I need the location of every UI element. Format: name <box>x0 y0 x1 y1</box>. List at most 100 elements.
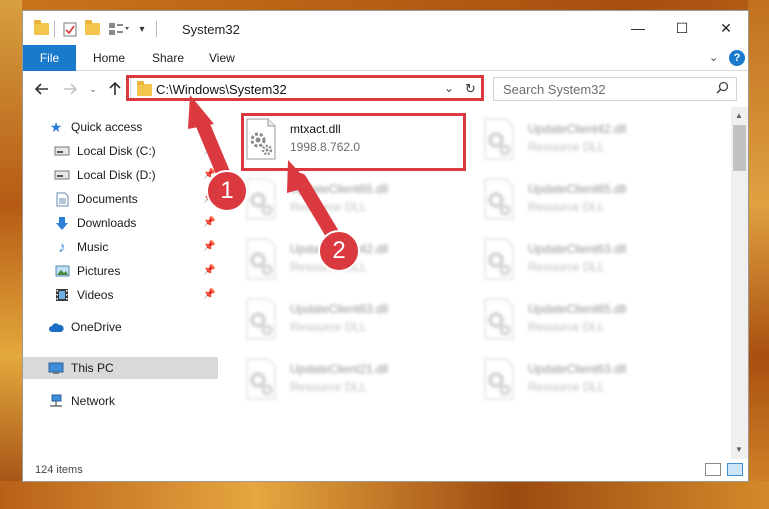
file-name: UpdateClient65.dll <box>528 302 627 316</box>
tab-home[interactable]: Home <box>93 45 125 71</box>
sidebar-item-onedrive[interactable]: OneDrive <box>23 316 218 338</box>
sidebar-item-label: Videos <box>77 288 114 302</box>
dll-file-icon <box>246 178 276 220</box>
tab-share[interactable]: Share <box>152 45 184 71</box>
sidebar-item-videos[interactable]: Videos 📌 <box>23 284 218 306</box>
file-name: UpdateClient21.dll <box>290 362 389 376</box>
music-note-icon: ♪ <box>58 238 66 256</box>
back-arrow-icon[interactable] <box>31 79 53 99</box>
annotation-number: 2 <box>332 237 346 264</box>
file-type: Resource DLL <box>528 380 605 394</box>
search-icon[interactable] <box>716 81 729 97</box>
sidebar-item-quick-access[interactable]: ★ Quick access <box>23 116 218 138</box>
scroll-up-arrow-icon[interactable]: ▲ <box>735 111 743 120</box>
quick-access-dropdown-icon[interactable]: ▾ <box>135 21 149 37</box>
address-bar[interactable]: C:\Windows\System32 ⌄ <box>130 77 482 101</box>
file-explorer-window: ▾ System32 — ☐ ✕ File Home Share View ⌄ … <box>22 10 749 482</box>
file-item[interactable]: UpdateClient42.dll Resource DLL <box>482 118 702 170</box>
file-name: UpdateClient63.dll <box>290 302 389 316</box>
file-type: Resource DLL <box>528 320 605 334</box>
sidebar-item-downloads[interactable]: Downloads 📌 <box>23 212 218 234</box>
file-type: Resource DLL <box>290 200 367 214</box>
desktop-background-bottom <box>0 481 769 509</box>
scrollbar-thumb[interactable] <box>733 125 746 171</box>
sidebar-item-local-disk-c[interactable]: Local Disk (C:) 📌 <box>23 140 218 162</box>
file-item[interactable]: UpdateClient65.dll Resource DLL <box>482 298 702 350</box>
tab-view[interactable]: View <box>209 45 235 71</box>
details-view-icon[interactable] <box>705 463 721 476</box>
forward-arrow-icon[interactable] <box>59 79 81 99</box>
maximize-button[interactable]: ☐ <box>667 17 697 39</box>
sidebar-item-local-disk-d[interactable]: Local Disk (D:) 📌 <box>23 164 218 186</box>
scroll-down-arrow-icon[interactable]: ▼ <box>735 445 743 454</box>
sidebar-item-music[interactable]: ♪ Music 📌 <box>23 236 218 258</box>
pin-icon[interactable]: 📌 <box>203 289 215 300</box>
recent-locations-icon[interactable]: ⌄ <box>86 79 100 99</box>
sidebar-item-label: Quick access <box>71 120 143 134</box>
dll-file-icon <box>484 298 514 340</box>
pictures-icon <box>53 263 71 279</box>
sidebar-item-label: Downloads <box>77 216 137 230</box>
sidebar-item-label: OneDrive <box>71 320 122 334</box>
dll-file-icon <box>246 358 276 400</box>
sidebar-item-this-pc[interactable]: This PC <box>23 357 218 379</box>
file-name: UpdateClient65.dll <box>290 182 389 196</box>
title-separator <box>156 21 157 37</box>
file-list: mtxact.dll 1998.8.762.0 UpdateClient42.d… <box>218 107 731 459</box>
sidebar-item-network[interactable]: Network <box>23 390 218 412</box>
sidebar-item-label: Music <box>77 240 109 254</box>
window-title: System32 <box>182 22 240 37</box>
pin-icon[interactable]: 📌 <box>203 241 215 252</box>
file-item[interactable]: UpdateClient65.dll Resource DLL <box>244 178 464 230</box>
minimize-button[interactable]: — <box>623 17 653 39</box>
drive-icon <box>53 167 71 183</box>
navigation-bar: ⌄ C:\Windows\System32 ⌄ ↻ <box>23 71 748 107</box>
help-icon[interactable]: ? <box>729 50 745 66</box>
up-arrow-icon[interactable] <box>105 79 125 99</box>
properties-icon[interactable] <box>61 21 79 37</box>
file-item-mtxact[interactable]: mtxact.dll 1998.8.762.0 <box>244 118 464 170</box>
sidebar-item-label: Documents <box>77 192 138 206</box>
annotation-badge-1: 1 <box>206 170 248 212</box>
dll-file-icon <box>246 298 276 340</box>
large-icons-view-icon[interactable] <box>727 463 743 476</box>
pin-icon[interactable]: 📌 <box>203 145 215 156</box>
file-name: UpdateClient65.dll <box>528 182 627 196</box>
file-item[interactable]: UpdateClient63.dll Resource DLL <box>482 238 702 290</box>
search-box[interactable] <box>493 77 737 101</box>
film-icon <box>53 287 71 303</box>
vertical-scrollbar[interactable]: ▲ ▼ <box>731 107 748 459</box>
tab-file[interactable]: File <box>23 45 76 71</box>
new-folder-icon[interactable] <box>83 20 101 37</box>
file-item[interactable]: UpdateClient65.dll Resource DLL <box>482 178 702 230</box>
dll-file-icon <box>484 178 514 220</box>
address-dropdown-icon[interactable]: ⌄ <box>444 81 454 95</box>
documents-icon <box>53 191 71 207</box>
customize-view-icon[interactable] <box>107 21 131 37</box>
file-type: Resource DLL <box>290 380 367 394</box>
file-type: Resource DLL <box>528 200 605 214</box>
network-icon <box>47 393 65 409</box>
pin-icon[interactable]: 📌 <box>203 217 215 228</box>
address-path[interactable]: C:\Windows\System32 <box>156 82 287 97</box>
search-input[interactable] <box>494 78 712 100</box>
drive-icon <box>53 143 71 159</box>
sidebar-item-label: Pictures <box>77 264 121 278</box>
close-button[interactable]: ✕ <box>711 17 741 39</box>
file-item[interactable]: UpdateClient63.dll Resource DLL <box>482 358 702 410</box>
file-type: Resource DLL <box>290 320 367 334</box>
refresh-icon[interactable]: ↻ <box>460 77 482 101</box>
file-item[interactable]: UpdateClient21.dll Resource DLL <box>244 358 464 410</box>
chevron-down-icon[interactable]: ⌄ <box>709 51 718 64</box>
annotation-number: 1 <box>220 177 234 204</box>
file-version: 1998.8.762.0 <box>290 140 361 154</box>
dll-file-icon <box>484 118 514 160</box>
file-item[interactable]: UpdateClient63.dll Resource DLL <box>244 298 464 350</box>
pin-icon[interactable]: 📌 <box>203 265 215 276</box>
sidebar-item-documents[interactable]: Documents 📌 <box>23 188 218 210</box>
download-arrow-icon <box>53 215 71 231</box>
computer-icon <box>47 360 65 376</box>
folder-icon <box>137 81 152 96</box>
sidebar-item-pictures[interactable]: Pictures 📌 <box>23 260 218 282</box>
ribbon-tabs: File Home Share View ⌄ ? <box>23 45 748 71</box>
